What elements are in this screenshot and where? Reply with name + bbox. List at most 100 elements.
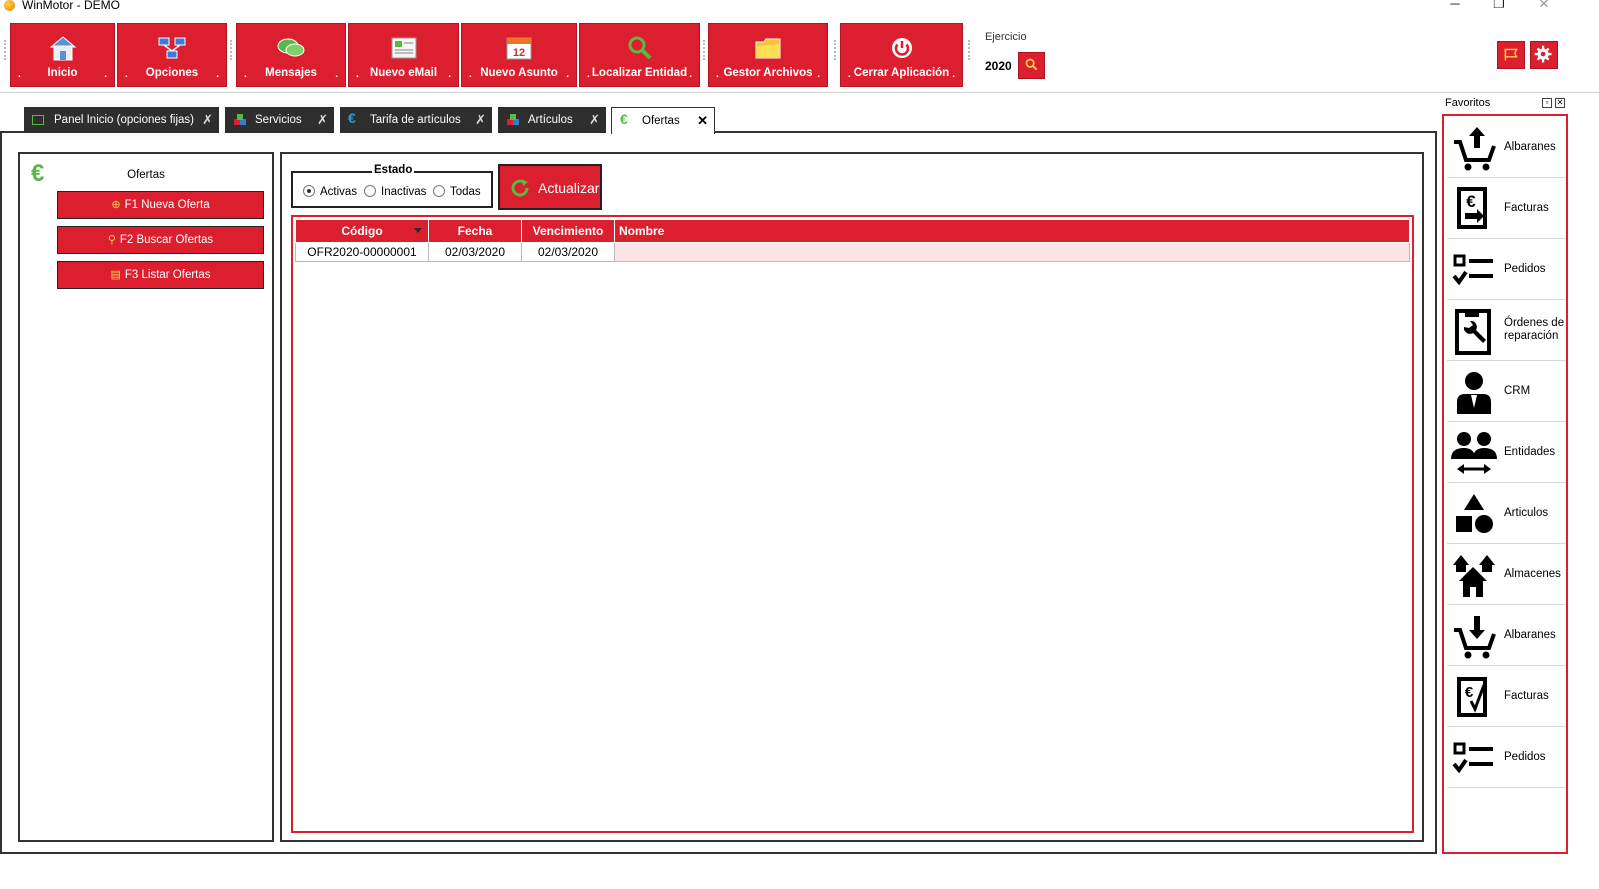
cerrar-aplicacion-button[interactable]: . Cerrar Aplicación .: [840, 23, 963, 87]
toolbar-dot: .: [448, 69, 451, 80]
close-tab-icon[interactable]: ✗: [202, 112, 213, 128]
column-header-nombre[interactable]: Nombre: [614, 219, 1410, 243]
tab-label: Panel Inicio (opciones fijas): [54, 114, 194, 126]
mensajes-button[interactable]: . Mensajes .: [236, 23, 346, 87]
radio-indicator[interactable]: [303, 185, 315, 197]
fav-item-articulos[interactable]: Articulos: [1447, 484, 1566, 544]
power-icon: [891, 38, 912, 58]
cart-download-icon: [1454, 616, 1496, 659]
maximize-button[interactable]: ❐: [1484, 0, 1514, 12]
fav-item-label: Albaranes: [1504, 141, 1556, 153]
nuevo-email-button[interactable]: . Nuevo eMail .: [348, 23, 459, 87]
search-icon: ⚲: [107, 234, 116, 246]
inicio-button[interactable]: . Inicio .: [10, 23, 115, 87]
fav-item-crm[interactable]: CRM: [1447, 362, 1566, 422]
shapes-icon: [1456, 494, 1493, 533]
cell-vencimiento[interactable]: 02/03/2020: [521, 242, 615, 262]
toolbar-grip[interactable]: [703, 40, 706, 60]
fav-item-label: Albaranes: [1504, 629, 1556, 641]
svg-text:€: €: [1465, 684, 1474, 701]
close-tab-icon[interactable]: ✗: [475, 112, 486, 128]
toolbar-grip[interactable]: [968, 40, 971, 60]
toolbar-dot: .: [689, 69, 692, 80]
nuevo-asunto-button[interactable]: 12 . Nuevo Asunto .: [461, 23, 577, 87]
column-header-vencimiento[interactable]: Vencimiento: [521, 219, 615, 243]
cell-fecha[interactable]: 02/03/2020: [428, 242, 522, 262]
fav-item-albaranes-2[interactable]: Albaranes: [1447, 606, 1566, 666]
cell-nombre[interactable]: [614, 242, 1410, 262]
localizar-entidad-button[interactable]: . Localizar Entidad .: [579, 23, 700, 87]
tab-label: Artículos: [528, 114, 573, 126]
sort-down-icon: [414, 228, 422, 233]
fav-item-pedidos[interactable]: Pedidos: [1447, 240, 1566, 300]
mensajes-label: Mensajes: [265, 67, 317, 79]
cell-codigo[interactable]: OFR2020-00000001: [295, 242, 429, 262]
close-tab-icon[interactable]: ✕: [697, 113, 708, 129]
fav-item-almacenes[interactable]: Almacenes: [1447, 545, 1566, 605]
radio-indicator[interactable]: [364, 185, 376, 197]
add-icon: ⊕: [111, 199, 121, 211]
column-header-fecha[interactable]: Fecha: [428, 219, 522, 243]
listar-ofertas-button[interactable]: ▤ F3 Listar Ofertas: [57, 261, 264, 289]
buscar-ofertas-button[interactable]: ⚲ F2 Buscar Ofertas: [57, 226, 264, 254]
people-exchange-icon: [1451, 432, 1497, 474]
close-tab-icon[interactable]: ✗: [317, 112, 328, 128]
close-panel-icon[interactable]: ✕: [1555, 98, 1565, 108]
blocks-icon: [234, 114, 246, 125]
fav-item-facturas[interactable]: € Facturas: [1447, 179, 1566, 239]
radio-indicator[interactable]: [433, 185, 445, 197]
toolbar-grip[interactable]: [4, 40, 7, 60]
settings-button[interactable]: [1530, 41, 1558, 69]
fav-item-label: Almacenes: [1504, 568, 1561, 580]
minimize-button[interactable]: ─: [1440, 0, 1470, 12]
float-panel-icon[interactable]: ▫: [1542, 98, 1552, 108]
tab-ofertas[interactable]: € Ofertas ✕: [611, 107, 715, 134]
ejercicio-search-button[interactable]: [1018, 52, 1045, 79]
column-header-codigo[interactable]: Código: [295, 219, 429, 243]
close-tab-icon[interactable]: ✗: [589, 112, 600, 128]
fav-item-ordenes-reparacion[interactable]: Órdenes de reparación: [1447, 301, 1566, 361]
fav-item-label: Pedidos: [1504, 263, 1546, 275]
tab-label: Tarifa de artículos: [370, 114, 461, 126]
table-row[interactable]: OFR2020-00000001 02/03/2020 02/03/2020: [295, 242, 1410, 262]
actualizar-button[interactable]: Actualizar: [498, 164, 602, 210]
toolbar-grip[interactable]: [834, 40, 837, 60]
refresh-icon: [511, 179, 529, 197]
toolbar-separator: [0, 92, 1599, 93]
blocks-icon: [507, 114, 519, 125]
toolbar-grip[interactable]: [230, 40, 233, 60]
localizar-entidad-label: Localizar Entidad: [591, 67, 688, 79]
home-icon: [49, 36, 76, 61]
search-icon: [1025, 58, 1038, 71]
fav-item-entidades[interactable]: Entidades: [1447, 423, 1566, 483]
nueva-oferta-button[interactable]: ⊕ F1 Nueva Oferta: [57, 191, 264, 219]
panel-title: Ofertas: [127, 169, 165, 181]
gestor-archivos-button[interactable]: . Gestor Archivos .: [708, 23, 828, 87]
tab-tarifa-articulos[interactable]: € Tarifa de artículos ✗: [340, 107, 492, 133]
close-window-button[interactable]: ✕: [1529, 0, 1559, 12]
tab-panel-inicio[interactable]: Panel Inicio (opciones fijas) ✗: [24, 107, 219, 133]
flag-button[interactable]: [1497, 41, 1525, 69]
fav-item-albaranes[interactable]: Albaranes: [1447, 118, 1566, 178]
cart-upload-icon: [1454, 127, 1496, 171]
invoice-check-icon: €: [1457, 677, 1487, 717]
tab-servicios[interactable]: Servicios ✗: [225, 107, 334, 133]
radio-label: Todas: [450, 186, 481, 198]
opciones-button[interactable]: . Opciones .: [117, 23, 227, 87]
toolbar-dot: .: [566, 69, 569, 80]
estado-activas-radio[interactable]: Activas: [303, 185, 357, 198]
fav-item-pedidos-2[interactable]: Pedidos: [1447, 728, 1566, 788]
estado-todas-radio[interactable]: Todas: [433, 185, 481, 198]
nuevo-email-label: Nuevo eMail: [369, 67, 438, 79]
fav-item-label: Pedidos: [1504, 751, 1546, 763]
fav-item-facturas-2[interactable]: € Facturas: [1447, 667, 1566, 727]
column-header-label: Nombre: [619, 224, 665, 238]
title-bar: WinMotor - DEMO ─ ❐ ✕: [0, 0, 1599, 14]
column-header-label: Vencimiento: [532, 224, 604, 238]
search-icon: [628, 36, 651, 60]
tab-articulos[interactable]: Artículos ✗: [498, 107, 606, 133]
fav-item-label: CRM: [1504, 385, 1531, 397]
ofertas-main-panel: Estado Activas Inactivas Todas Actualiza…: [280, 152, 1424, 842]
gestor-archivos-label: Gestor Archivos: [723, 67, 813, 79]
estado-inactivas-radio[interactable]: Inactivas: [364, 185, 426, 198]
